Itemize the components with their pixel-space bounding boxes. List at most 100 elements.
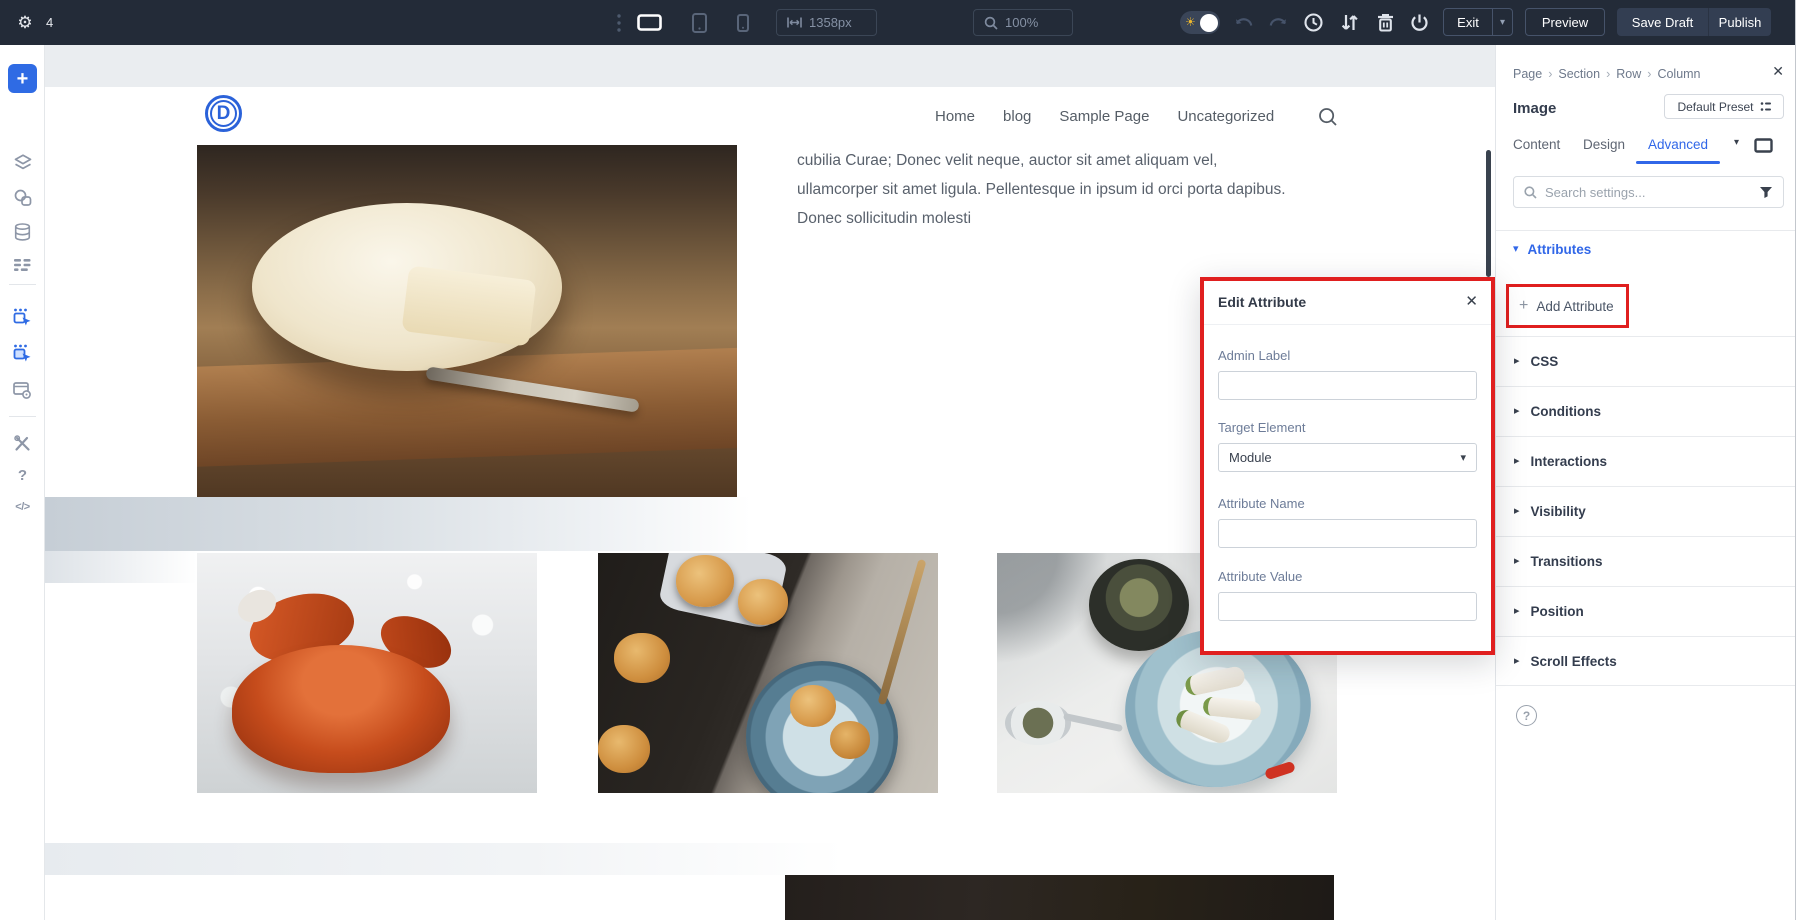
responsive-preview-icon[interactable] <box>1754 138 1773 153</box>
redo-button[interactable] <box>1266 0 1290 45</box>
breadcrumb: Page › Section › Row › Column <box>1513 67 1701 81</box>
toolbar-drag-handle-icon[interactable] <box>612 0 626 45</box>
sidebar-database-button[interactable] <box>0 217 45 247</box>
cursor-click-icon <box>13 344 32 363</box>
nav-item-sample-page[interactable]: Sample Page <box>1059 108 1149 125</box>
sidebar-list-view-button[interactable] <box>0 250 45 280</box>
chevron-right-icon: ▸ <box>1514 406 1520 417</box>
accordion-transitions[interactable]: ▸ Transitions <box>1496 536 1800 586</box>
modal-close-icon[interactable]: ✕ <box>1465 292 1478 310</box>
tablet-view-icon[interactable] <box>686 0 712 45</box>
default-preset-button[interactable]: Default Preset <box>1664 94 1784 119</box>
window-scrollbar[interactable] <box>1795 0 1800 920</box>
canvas-width-control[interactable]: 1358px <box>776 9 877 36</box>
accordion-label: Transitions <box>1531 554 1603 569</box>
code-icon: </> <box>15 501 29 513</box>
sidebar-divider <box>9 284 36 285</box>
clock-icon <box>1304 13 1323 32</box>
tab-advanced[interactable]: Advanced <box>1648 137 1708 152</box>
sidebar-hover-mode-button[interactable] <box>0 302 45 332</box>
tab-design[interactable]: Design <box>1583 137 1625 152</box>
admin-label-input[interactable] <box>1218 371 1477 400</box>
accordion-css[interactable]: ▸ CSS <box>1496 336 1800 386</box>
target-element-select[interactable]: Module ▾ <box>1218 443 1477 472</box>
accordion-label: Scroll Effects <box>1531 654 1617 669</box>
add-module-button[interactable]: + <box>8 64 37 93</box>
accordion-label: Visibility <box>1531 504 1586 519</box>
sidebar-help-button[interactable]: ? <box>0 460 45 490</box>
canvas-image-dark[interactable] <box>785 875 1334 920</box>
search-icon <box>1524 186 1537 199</box>
site-search-button[interactable] <box>1318 107 1338 127</box>
photo-shape <box>614 633 670 683</box>
attribute-name-input[interactable] <box>1218 519 1477 548</box>
trash-icon <box>1377 13 1394 32</box>
attribute-value-label: Attribute Value <box>1218 569 1302 584</box>
sidebar-code-button[interactable]: </> <box>0 492 45 522</box>
exit-caret-icon[interactable]: ▾ <box>1493 17 1512 28</box>
photo-shape <box>1089 559 1189 651</box>
add-attribute-button[interactable]: Add Attribute <box>1536 299 1613 314</box>
panel-close-icon[interactable]: ✕ <box>1772 63 1784 80</box>
filter-icon[interactable] <box>1759 186 1773 199</box>
sidebar-design-presets-button[interactable] <box>0 182 45 212</box>
breadcrumb-column[interactable]: Column <box>1657 67 1700 81</box>
sun-icon: ☀ <box>1185 15 1196 29</box>
edit-attribute-modal: Edit Attribute ✕ Admin Label Target Elem… <box>1200 277 1495 655</box>
nav-item-home[interactable]: Home <box>935 108 975 125</box>
portability-button[interactable] <box>1406 0 1432 45</box>
canvas-zoom-control[interactable]: 100% <box>973 9 1073 36</box>
accordion-conditions[interactable]: ▸ Conditions <box>1496 386 1800 436</box>
photo-shape <box>197 347 737 468</box>
canvas-scrollbar[interactable] <box>1486 150 1491 277</box>
breadcrumb-section[interactable]: Section <box>1558 67 1600 81</box>
exit-button-group[interactable]: Exit ▾ <box>1443 8 1513 36</box>
canvas-image-muffins[interactable] <box>598 553 938 793</box>
history-button[interactable] <box>1300 0 1326 45</box>
interface-mode-toggle[interactable]: ☀ <box>1180 11 1220 34</box>
layers-order-button[interactable] <box>1336 0 1362 45</box>
accordion-position[interactable]: ▸ Position <box>1496 586 1800 636</box>
sidebar-click-mode-button[interactable] <box>0 338 45 368</box>
target-element-value: Module <box>1229 450 1272 465</box>
attributes-section-header[interactable]: ▾ Attributes <box>1513 242 1591 257</box>
rows-icon <box>14 258 31 272</box>
attribute-value-input[interactable] <box>1218 592 1477 621</box>
settings-search-input[interactable] <box>1545 185 1751 200</box>
breadcrumb-separator: › <box>1606 67 1610 81</box>
photo-shape <box>598 725 650 773</box>
attribute-name-label: Attribute Name <box>1218 496 1305 511</box>
exit-button[interactable]: Exit <box>1444 15 1492 30</box>
sidebar-tools-button[interactable] <box>0 428 45 458</box>
accordion-label: CSS <box>1531 354 1559 369</box>
panel-divider <box>1496 230 1800 231</box>
site-logo[interactable]: D <box>205 95 242 132</box>
builder-settings-icon[interactable]: ⚙ <box>12 0 38 45</box>
panel-tabs: Content Design Advanced ▾ <box>1496 130 1800 162</box>
preview-button[interactable]: Preview <box>1525 8 1605 36</box>
nav-item-uncategorized[interactable]: Uncategorized <box>1177 108 1274 125</box>
breadcrumb-row[interactable]: Row <box>1616 67 1641 81</box>
breadcrumb-page[interactable]: Page <box>1513 67 1542 81</box>
panel-help-button[interactable]: ? <box>1516 705 1537 726</box>
phone-view-icon[interactable] <box>732 0 754 45</box>
accordion-visibility[interactable]: ▸ Visibility <box>1496 486 1800 536</box>
trash-button[interactable] <box>1372 0 1398 45</box>
desktop-view-icon[interactable] <box>634 0 664 45</box>
accordion-label: Position <box>1531 604 1584 619</box>
nav-item-blog[interactable]: blog <box>1003 108 1031 125</box>
sidebar-page-settings-button[interactable] <box>0 375 45 405</box>
tabs-caret-icon[interactable]: ▾ <box>1734 137 1739 148</box>
accordion-scroll-effects[interactable]: ▸ Scroll Effects <box>1496 636 1800 686</box>
site-paragraph[interactable]: cubilia Curae; Donec velit neque, auctor… <box>797 146 1357 233</box>
publish-button[interactable]: Publish <box>1709 8 1771 36</box>
canvas-image-crab[interactable] <box>197 553 537 793</box>
accordion-interactions[interactable]: ▸ Interactions <box>1496 436 1800 486</box>
photo-shape <box>1063 713 1123 732</box>
tab-content[interactable]: Content <box>1513 137 1560 152</box>
canvas-image-cheese[interactable] <box>197 145 737 497</box>
settings-search[interactable] <box>1513 176 1784 208</box>
save-draft-button[interactable]: Save Draft <box>1617 8 1709 36</box>
undo-button[interactable] <box>1232 0 1256 45</box>
sidebar-layers-button[interactable] <box>0 147 45 177</box>
